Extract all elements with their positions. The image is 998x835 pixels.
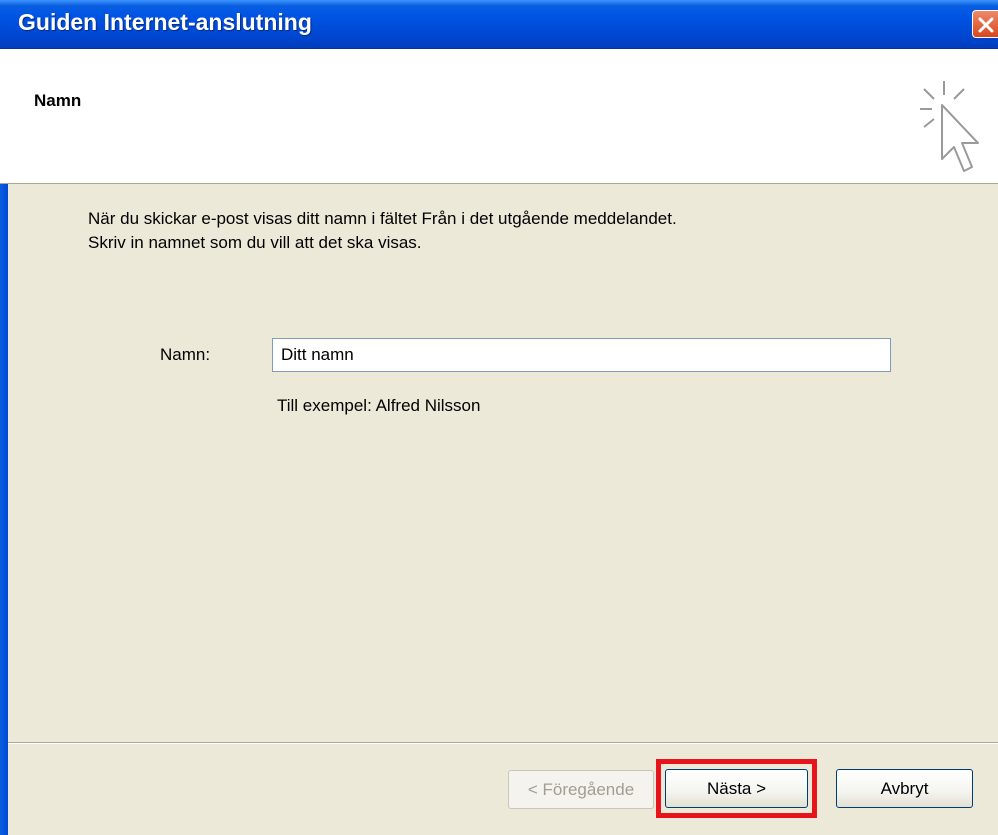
close-icon [978,17,994,33]
cancel-button[interactable]: Avbryt [836,769,973,808]
name-label: Namn: [160,345,211,364]
page-title: Namn [34,91,82,110]
back-button[interactable]: < Föregående [508,770,654,809]
description-line-1: När du skickar e-post visas ditt namn i … [88,209,677,228]
name-input[interactable] [272,338,891,372]
description-text: När du skickar e-post visas ditt namn i … [88,207,677,255]
window-left-border [0,184,8,835]
wizard-cursor-icon [920,81,979,172]
description-line-2: Skriv in namnet som du vill att det ska … [88,233,422,252]
footer-separator [8,742,998,744]
wizard-header: Namn [0,49,998,184]
next-button[interactable]: Nästa > [665,769,808,808]
title-bar[interactable]: Guiden Internet-anslutning [0,0,998,49]
close-button[interactable] [972,10,998,38]
window-title: Guiden Internet-anslutning [18,9,312,35]
example-text: Till exempel: Alfred Nilsson [277,396,481,415]
